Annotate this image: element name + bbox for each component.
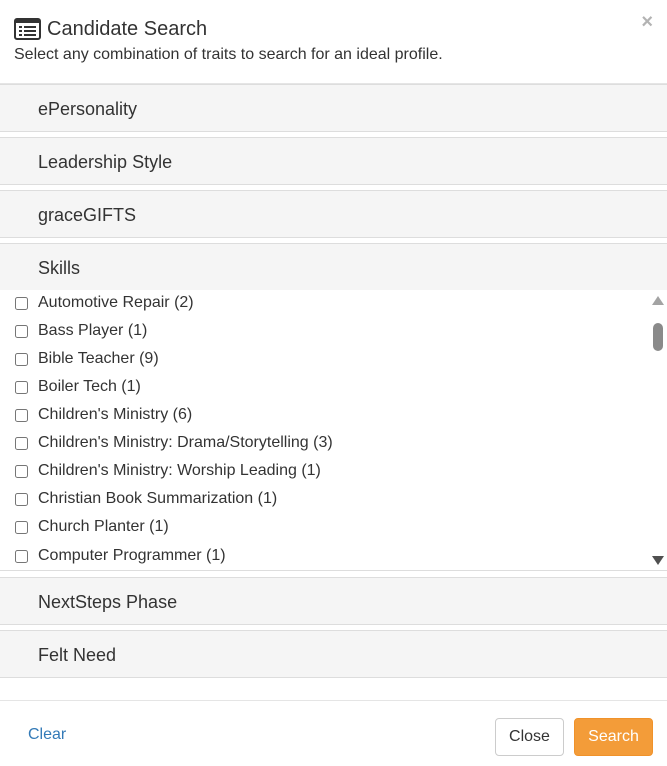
skill-checkbox[interactable]: [15, 325, 28, 338]
skill-label: Children's Ministry (6): [38, 406, 193, 423]
skill-label: Automotive Repair (2): [38, 294, 194, 311]
skill-checkbox[interactable]: [15, 521, 28, 534]
panel-leadership-style[interactable]: Leadership Style: [0, 137, 667, 185]
skill-label: Boiler Tech (1): [38, 378, 141, 395]
modal-title: Candidate Search: [47, 18, 208, 40]
skill-checkbox[interactable]: [15, 437, 28, 450]
panel-skills[interactable]: Skills: [0, 243, 667, 291]
skill-label: Church Planter (1): [38, 518, 169, 535]
candidate-search-modal: Candidate Search Select any combination …: [0, 0, 667, 766]
search-button[interactable]: Search: [574, 718, 653, 756]
skills-scrollbar[interactable]: [650, 290, 667, 570]
panel-label: Leadership Style: [38, 152, 173, 172]
skill-checkbox[interactable]: [15, 409, 28, 422]
modal-footer: Clear Close Search: [0, 700, 667, 766]
skill-checkbox[interactable]: [15, 550, 28, 563]
panel-label: Skills: [38, 258, 81, 278]
close-icon[interactable]: ×: [641, 11, 653, 33]
skill-label: Children's Ministry: Drama/Storytelling …: [38, 434, 333, 451]
skill-checkbox[interactable]: [15, 381, 28, 394]
skill-label: Computer Programmer (1): [38, 547, 226, 564]
modal-subtitle: Select any combination of traits to sear…: [14, 46, 443, 63]
skill-checkbox[interactable]: [15, 353, 28, 366]
panel-label: Felt Need: [38, 645, 117, 665]
panel-epersonality[interactable]: ePersonality: [0, 84, 667, 132]
panel-felt-need[interactable]: Felt Need: [0, 630, 667, 678]
scroll-up-arrow-icon[interactable]: [652, 296, 664, 305]
skill-label: Bass Player (1): [38, 322, 148, 339]
list-icon: [14, 18, 41, 40]
skill-checkbox[interactable]: [15, 297, 28, 310]
clear-link[interactable]: Clear: [28, 726, 66, 744]
modal-header: Candidate Search Select any combination …: [0, 0, 667, 84]
panel-label: graceGIFTS: [38, 205, 137, 225]
skill-label: Children's Ministry: Worship Leading (1): [38, 462, 321, 479]
title-row: Candidate Search: [14, 16, 207, 42]
close-button[interactable]: Close: [495, 718, 564, 756]
panel-gracegifts[interactable]: graceGIFTS: [0, 190, 667, 238]
skill-checkbox[interactable]: [15, 493, 28, 506]
panel-label: ePersonality: [38, 99, 138, 119]
skill-label: Christian Book Summarization (1): [38, 490, 278, 507]
scroll-down-arrow-icon[interactable]: [652, 556, 664, 565]
panel-nextsteps-phase[interactable]: NextSteps Phase: [0, 577, 667, 625]
skills-list[interactable]: Automotive Repair (2) Bass Player (1) Bi…: [0, 290, 667, 571]
panel-label: NextSteps Phase: [38, 592, 178, 612]
skill-checkbox[interactable]: [15, 465, 28, 478]
scroll-thumb[interactable]: [653, 323, 663, 351]
skill-label: Bible Teacher (9): [38, 350, 159, 367]
